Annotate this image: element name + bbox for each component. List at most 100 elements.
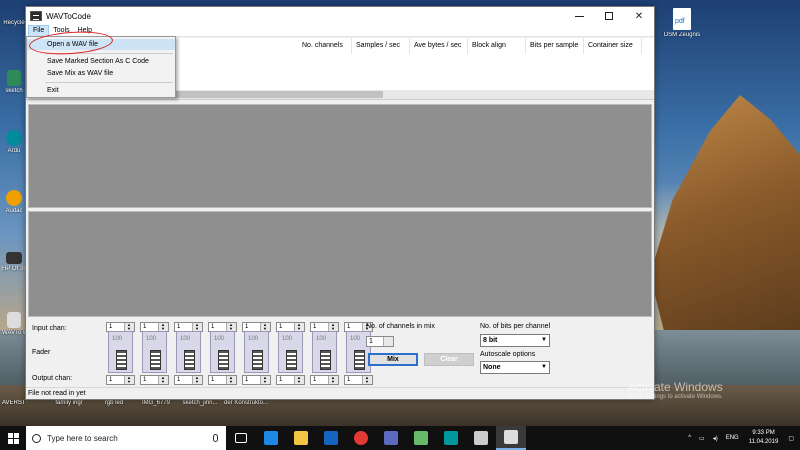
clock[interactable]: 9:33 PM 11.04.2019 <box>743 429 785 447</box>
store-icon[interactable] <box>376 426 406 450</box>
fader-thumb[interactable] <box>252 350 263 370</box>
fader-label: Fader <box>32 349 51 356</box>
mixer-channel: 1 100 1 <box>106 319 135 387</box>
stepper-arrows-icon[interactable] <box>328 322 338 331</box>
stepper-arrows-icon[interactable] <box>192 322 202 331</box>
chrome-icon-glyph <box>354 431 368 445</box>
desktop-icon-family[interactable]: family ingr <box>46 400 92 406</box>
title-bar[interactable]: WAVToCode ✕ <box>26 7 654 25</box>
output-chan-label: Output chan: <box>32 375 73 382</box>
file-explorer-icon[interactable] <box>286 426 316 450</box>
fader-thumb[interactable] <box>354 350 365 370</box>
minimize-button[interactable] <box>564 7 594 25</box>
edge-icon-2[interactable] <box>316 426 346 450</box>
tray-overflow-icon[interactable]: ^ <box>684 435 695 441</box>
stepper-arrows-icon[interactable] <box>260 322 270 331</box>
fader-slider[interactable]: 100 <box>176 331 201 373</box>
output-chan-value: 1 <box>177 377 181 383</box>
fader-thumb[interactable] <box>320 350 331 370</box>
desktop-icon-aversto[interactable]: AVERSTO <box>2 400 26 406</box>
waveform-pane-bottom[interactable] <box>28 211 652 317</box>
stepper-arrows-icon[interactable] <box>294 375 304 384</box>
desktop-icon-pdf[interactable]: pdf DSM Zeugnis <box>660 8 704 38</box>
desktop-icon-sketch[interactable]: sketch <box>2 70 26 94</box>
desktop-icon-konstrukto[interactable]: der Konstrukto... <box>224 400 268 406</box>
cortana-icon <box>32 433 41 443</box>
desktop-icon-audacity[interactable]: Audac <box>2 190 26 214</box>
mix-button[interactable]: Mix <box>368 353 418 366</box>
arduino-icon[interactable] <box>436 426 466 450</box>
desktop-icon-arduino[interactable]: Ardu <box>2 130 26 154</box>
menu-save-mix-wav[interactable]: Save Mix as WAV file <box>27 68 175 79</box>
desktop-icon-img[interactable]: IMG_6779 <box>136 400 176 406</box>
fader-slider[interactable]: 100 <box>244 331 269 373</box>
stepper-arrows-icon[interactable] <box>192 375 202 384</box>
fader-thumb[interactable] <box>218 350 229 370</box>
maximize-button[interactable] <box>594 7 624 25</box>
chevron-down-icon: ▼ <box>541 364 547 370</box>
col-no-channels[interactable]: No. channels <box>298 38 352 54</box>
bits-per-channel-value: 8 bit <box>483 337 498 344</box>
stepper-arrows-icon[interactable] <box>383 337 393 346</box>
fader-slider[interactable]: 100 <box>210 331 235 373</box>
output-chan-stepper[interactable]: 1 <box>242 375 271 385</box>
chrome-icon[interactable] <box>346 426 376 450</box>
col-block-align[interactable]: Block align <box>468 38 526 54</box>
col-ave-bytes-sec[interactable]: Ave bytes / sec <box>410 38 468 54</box>
fader-thumb[interactable] <box>150 350 161 370</box>
menu-save-c-code[interactable]: Save Marked Section As C Code <box>27 56 175 67</box>
android-studio-icon[interactable] <box>406 426 436 450</box>
start-button[interactable] <box>0 426 26 450</box>
bits-per-channel-select[interactable]: 8 bit ▼ <box>480 334 550 347</box>
edge-icon[interactable] <box>256 426 286 450</box>
output-chan-stepper[interactable]: 1 <box>276 375 305 385</box>
desktop-icon-wavtocode[interactable]: WAVTo wi <box>2 312 26 336</box>
scrollbar-thumb[interactable] <box>176 91 383 98</box>
col-bits-per-sample[interactable]: Bits per sample <box>526 38 584 54</box>
output-chan-stepper[interactable]: 1 <box>310 375 339 385</box>
fader-slider[interactable]: 100 <box>312 331 337 373</box>
stepper-arrows-icon[interactable] <box>124 375 134 384</box>
fader-thumb[interactable] <box>116 350 127 370</box>
volume-icon[interactable]: ◂) <box>709 435 722 442</box>
notification-icon[interactable]: ▢ <box>784 435 800 442</box>
stepper-arrows-icon[interactable] <box>260 375 270 384</box>
language-indicator[interactable]: ENG <box>722 435 743 441</box>
col-samples-sec[interactable]: Samples / sec <box>352 38 410 54</box>
output-chan-stepper[interactable]: 1 <box>174 375 203 385</box>
fader-slider[interactable]: 100 <box>108 331 133 373</box>
fader-thumb[interactable] <box>286 350 297 370</box>
stepper-arrows-icon[interactable] <box>158 322 168 331</box>
stepper-arrows-icon[interactable] <box>124 322 134 331</box>
channels-in-mix-stepper[interactable]: 1 <box>366 336 394 347</box>
close-icon: ✕ <box>634 10 644 22</box>
clear-button[interactable]: Clear <box>424 353 474 366</box>
microphone-icon[interactable] <box>213 434 218 442</box>
desktop-icon-rgb-led[interactable]: rgb led <box>94 400 134 406</box>
fader-slider[interactable]: 100 <box>142 331 167 373</box>
fader-thumb[interactable] <box>184 350 195 370</box>
wavtocode-icon[interactable] <box>496 426 526 450</box>
close-button[interactable]: ✕ <box>624 7 654 25</box>
stepper-arrows-icon[interactable] <box>328 375 338 384</box>
desktop-icon-recycle[interactable]: Recycle <box>2 20 26 26</box>
output-chan-stepper[interactable]: 1 <box>208 375 237 385</box>
autoscale-select[interactable]: None ▼ <box>480 361 550 374</box>
calculator-icon[interactable] <box>466 426 496 450</box>
output-chan-stepper[interactable]: 1 <box>140 375 169 385</box>
menu-exit[interactable]: Exit <box>27 85 175 96</box>
stepper-arrows-icon[interactable] <box>294 322 304 331</box>
desktop-icon-hp[interactable]: HP Of 3830 <box>2 252 26 272</box>
desktop-icon-sketch-jinn[interactable]: sketch_jinn... <box>178 400 222 406</box>
fader-slider[interactable]: 100 <box>278 331 303 373</box>
menu-separator <box>45 82 173 83</box>
col-container-size[interactable]: Container size <box>584 38 642 54</box>
stepper-arrows-icon[interactable] <box>158 375 168 384</box>
network-icon[interactable]: ▭ <box>695 435 709 442</box>
stepper-arrows-icon[interactable] <box>226 322 236 331</box>
stepper-arrows-icon[interactable] <box>226 375 236 384</box>
taskbar-search[interactable]: Type here to search <box>26 426 226 450</box>
waveform-pane-top[interactable] <box>28 104 652 208</box>
task-view-icon[interactable] <box>226 426 256 450</box>
output-chan-stepper[interactable]: 1 <box>106 375 135 385</box>
